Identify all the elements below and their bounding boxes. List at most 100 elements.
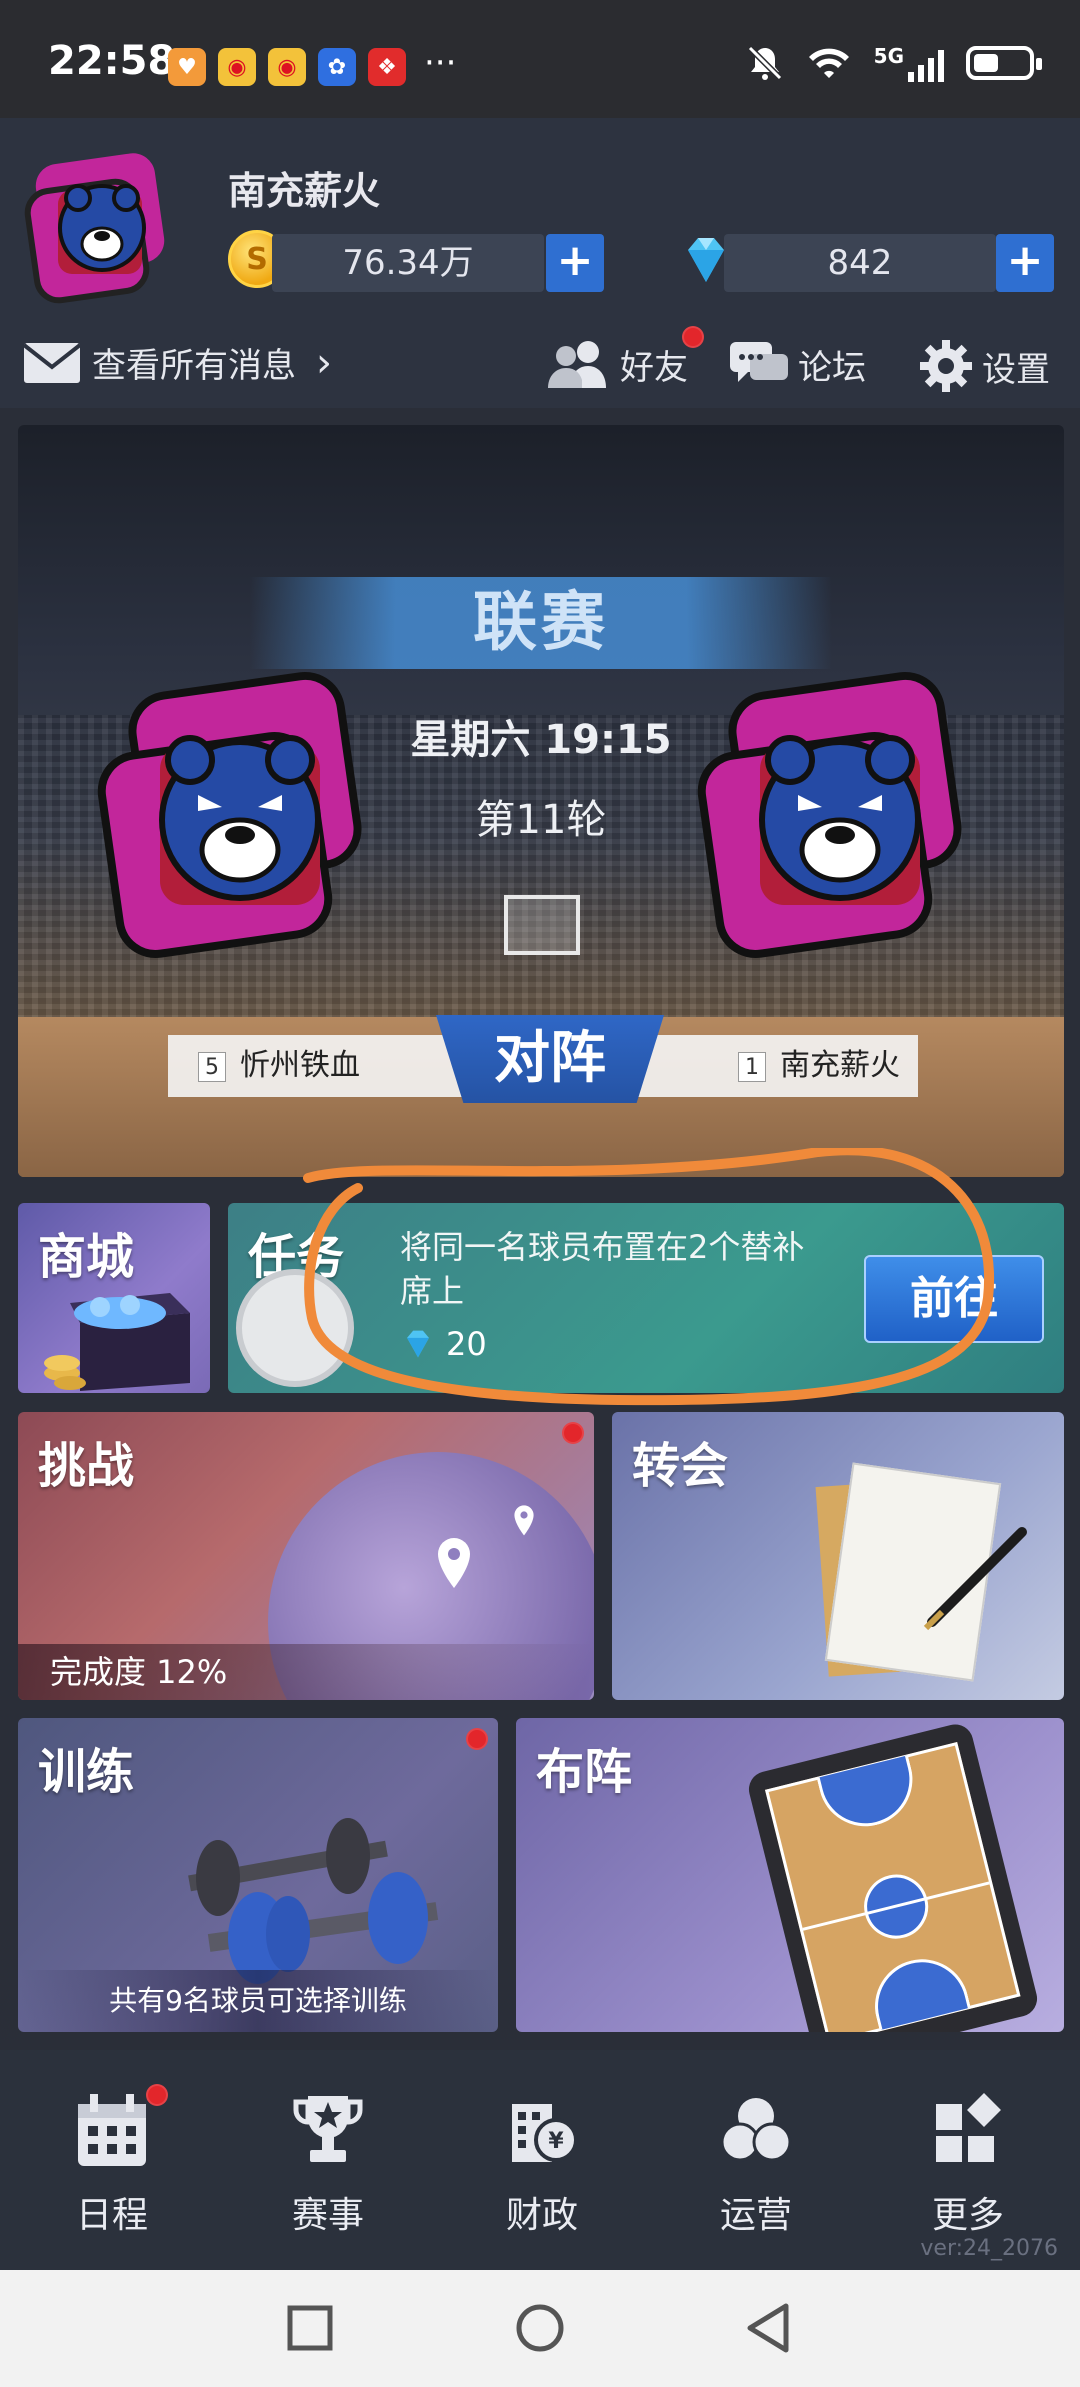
version-label: ver:24_2076 [920, 2236, 1058, 2261]
home-team-logo [97, 671, 362, 958]
mail-icon [22, 342, 82, 383]
team-header: 南充薪火 S 76.34万 + 842 + 查看所有消息 › 好友 论坛 设置 [0, 118, 1080, 408]
team-name: 南充薪火 [228, 169, 381, 213]
map-pin-icon [438, 1538, 470, 1588]
away-team-rank: 1 [738, 1051, 766, 1082]
challenge-progress: 完成度 12% [50, 1653, 228, 1691]
friends-badge [682, 326, 704, 348]
gem-balance: 842 [724, 234, 996, 292]
treasure-chest-icon [44, 1293, 190, 1391]
annotation-circle [303, 1148, 995, 1406]
chat-icon [730, 342, 788, 382]
add-coins-button[interactable]: + [546, 234, 604, 292]
gear-icon [920, 340, 972, 392]
nav-competitions[interactable]: 赛事 [248, 2068, 408, 2238]
more-icon [936, 2093, 1001, 2162]
chevron-right-icon: › [316, 339, 332, 386]
forum-label: 论坛 [798, 347, 866, 388]
nav-competitions-label: 赛事 [291, 2195, 364, 2236]
baidu-paw-icon: ✿ [318, 48, 356, 86]
gem-amount: 842 [827, 243, 893, 283]
tactics-board-icon [745, 1720, 1041, 2032]
training-title: 训练 [38, 1744, 135, 1800]
dumbbell-icon [188, 1818, 439, 1984]
challenge-title: 挑战 [38, 1438, 135, 1494]
coin-amount: 76.34万 [342, 243, 474, 283]
training-info: 共有9名球员可选择训练 [109, 1984, 407, 2017]
map-pin-icon [514, 1505, 534, 1536]
nav-finance-label: 财政 [505, 2195, 578, 2236]
shop-title: 商城 [38, 1229, 135, 1285]
away-team-strip: 1 南充薪火 [618, 1035, 918, 1097]
finance-icon: ¥ [512, 2104, 578, 2162]
nav-operations[interactable]: 运营 [676, 2068, 836, 2238]
status-system-icons: 5G [746, 44, 1042, 82]
formation-title: 布阵 [536, 1744, 633, 1800]
challenge-badge [562, 1422, 584, 1444]
forum-button[interactable]: 论坛 [728, 338, 866, 390]
shop-tile[interactable]: 商城 [18, 1203, 210, 1393]
transfer-title: 转会 [632, 1438, 729, 1494]
home-team-name: 忻州铁血 [240, 1048, 360, 1083]
nav-schedule[interactable]: 日程 [32, 2068, 192, 2238]
operations-icon [720, 2098, 792, 2162]
nav-operations-label: 运营 [719, 2195, 792, 2236]
nav-more[interactable]: 更多 [888, 2068, 1048, 2238]
settings-label: 设置 [982, 349, 1050, 390]
signal-icon: 5G [874, 44, 944, 82]
basket-hoop [504, 895, 580, 955]
status-bar: 22:58 ♥ ◉ ◉ ✿ ❖ ··· 5G [0, 0, 1080, 118]
wifi-icon [808, 48, 849, 78]
network-type: 5G [873, 44, 904, 68]
match-banner[interactable]: 联赛 星期六 19:15 第11轮 5 忻州铁血 1 南充薪火 对阵 [18, 425, 1064, 1177]
league-label: 联赛 [473, 586, 609, 660]
status-time: 22:58 [48, 38, 176, 84]
schedule-badge [146, 2084, 168, 2106]
add-gems-button[interactable]: + [996, 234, 1054, 292]
view-messages-label: 查看所有消息 [92, 346, 296, 386]
formation-tile[interactable]: 布阵 [516, 1718, 1064, 2032]
mute-bell-icon [747, 45, 782, 81]
nav-finance[interactable]: ¥ 财政 [462, 2068, 622, 2238]
weibo-icon: ◉ [218, 48, 256, 86]
trophy-icon [293, 2096, 363, 2162]
league-banner: 联赛 [250, 577, 832, 669]
recent-apps-icon[interactable] [282, 2300, 338, 2356]
view-messages-link[interactable]: 查看所有消息 › [22, 338, 332, 387]
nav-more-label: 更多 [931, 2195, 1004, 2236]
svg-text:¥: ¥ [548, 2129, 564, 2154]
transfer-tile[interactable]: 转会 [612, 1412, 1064, 1700]
more-notifications-icon: ··· [424, 43, 457, 83]
away-team-logo [697, 671, 962, 958]
training-info-bar: 共有9名球员可选择训练 [18, 1970, 498, 2032]
status-notification-icons: ♥ ◉ ◉ ✿ ❖ ··· [168, 43, 457, 86]
calendar-icon [78, 2094, 146, 2166]
friends-icon [548, 341, 606, 388]
coin-balance: 76.34万 [272, 234, 544, 292]
pen-icon [923, 1527, 1027, 1631]
home-team-strip: 5 忻州铁血 [168, 1035, 468, 1097]
court-diagram [765, 1741, 1021, 2032]
back-icon[interactable] [742, 2300, 798, 2356]
home-icon[interactable] [512, 2300, 568, 2356]
header-actions: 查看所有消息 › 好友 论坛 设置 [0, 326, 1080, 408]
friends-label: 好友 [620, 347, 688, 388]
home-team-rank: 5 [198, 1051, 226, 1082]
bottom-navigation: 日程 赛事 ¥ 财政 运营 更多 ver:24_2076 [0, 2050, 1080, 2270]
challenge-tile[interactable]: 挑战 完成度 12% [18, 1412, 594, 1700]
training-tile[interactable]: 训练 共有9名球员可选择训练 [18, 1718, 498, 2032]
team-logo[interactable] [22, 148, 182, 308]
nav-schedule-label: 日程 [75, 2195, 148, 2236]
gift-icon: ❖ [368, 48, 406, 86]
system-navigation-bar [0, 2270, 1080, 2387]
app-heart-icon: ♥ [168, 48, 206, 86]
battery-icon [966, 46, 1042, 80]
friends-button[interactable]: 好友 [546, 338, 688, 390]
away-team-name: 南充薪火 [780, 1048, 900, 1083]
vs-label: 对阵 [494, 1026, 606, 1091]
vs-badge: 对阵 [436, 1015, 664, 1103]
settings-button[interactable]: 设置 [918, 338, 1050, 394]
challenge-progress-bar: 完成度 12% [18, 1644, 594, 1700]
weibo-icon: ◉ [268, 48, 306, 86]
training-badge [466, 1728, 488, 1750]
